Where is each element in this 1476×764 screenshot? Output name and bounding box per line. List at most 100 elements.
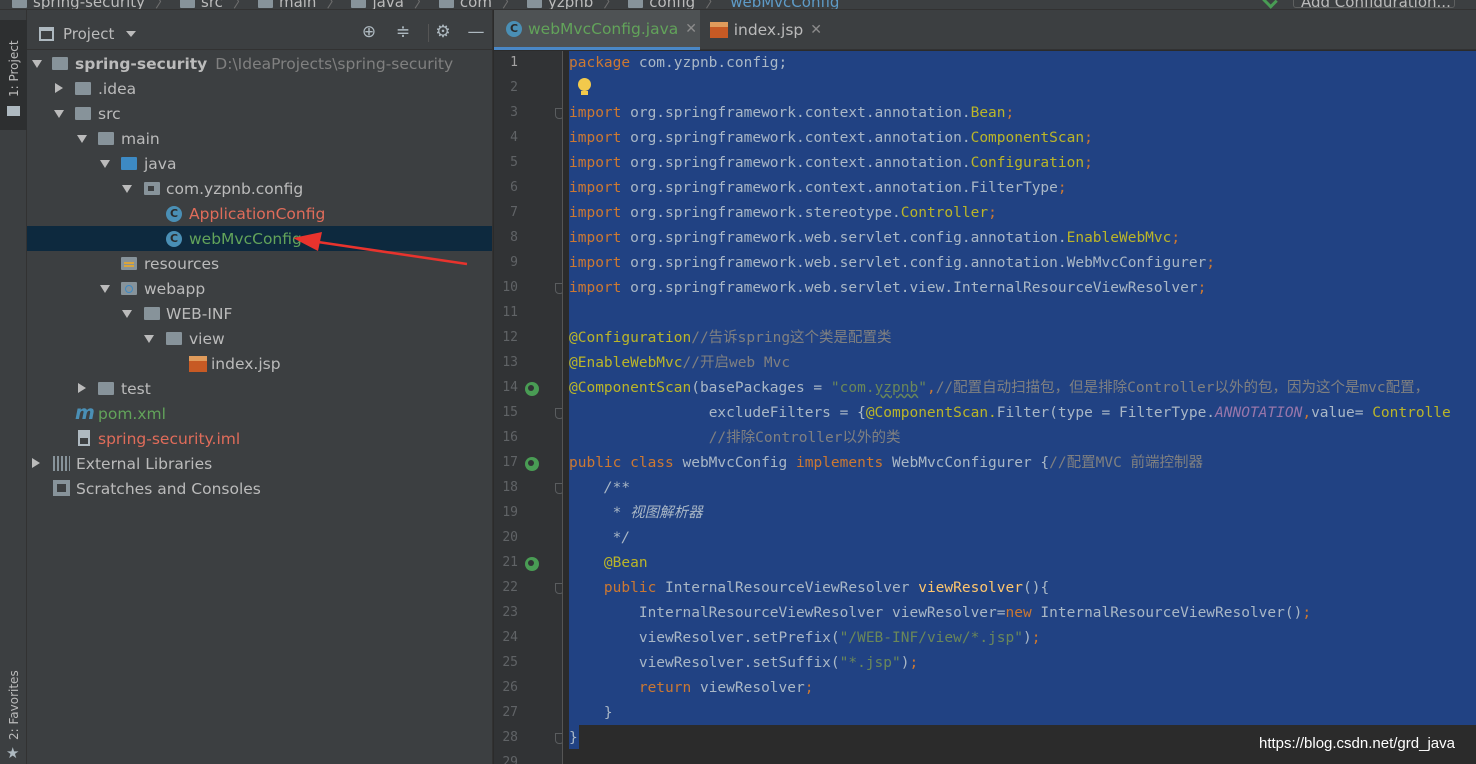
breadcrumb-separator: 〉 xyxy=(326,0,342,10)
bean-method-icon[interactable] xyxy=(525,557,539,571)
fold-marker[interactable] xyxy=(555,733,562,744)
tree-item-iml[interactable]: spring-security.iml xyxy=(27,426,492,451)
line-number: 4 xyxy=(510,130,518,145)
tab-webmvcconfig-java[interactable]: C webMvcConfig.java ✕ xyxy=(494,10,700,50)
punctuation: ; xyxy=(1084,130,1093,146)
gear-icon[interactable]: ⚙ xyxy=(434,23,452,41)
chevron-down-icon[interactable] xyxy=(122,310,132,318)
code-text: org.springframework.stereotype. xyxy=(621,205,901,221)
code-text: WebMvcConfigurer { xyxy=(883,455,1050,471)
chevron-right-icon[interactable] xyxy=(32,458,40,468)
line-number: 24 xyxy=(502,630,518,645)
code-line: import org.springframework.context.annot… xyxy=(569,101,1014,126)
tab-label: webMvcConfig.java xyxy=(528,19,679,38)
chevron-down-icon[interactable] xyxy=(100,285,110,293)
fold-marker[interactable] xyxy=(555,108,562,119)
folder-icon xyxy=(75,107,91,120)
maven-icon: m xyxy=(75,402,95,424)
code-line: @Configuration//告诉spring这个类是配置类 xyxy=(569,326,892,351)
line-number: 18 xyxy=(502,480,518,495)
breadcrumb-item[interactable]: main xyxy=(257,0,316,9)
chevron-down-icon[interactable] xyxy=(77,135,87,143)
tree-item-spring-security[interactable]: spring-security D:\IdeaProjects\spring-se… xyxy=(27,51,492,76)
keyword: import xyxy=(569,230,622,246)
module-folder-icon xyxy=(52,57,68,70)
bean-scan-icon[interactable] xyxy=(525,382,539,396)
folder-icon xyxy=(98,382,114,395)
tree-item-package[interactable]: com.yzpnb.config xyxy=(27,176,492,201)
fold-marker[interactable] xyxy=(555,283,562,294)
tree-item-external-libraries[interactable]: External Libraries xyxy=(27,451,492,476)
chevron-down-icon[interactable] xyxy=(126,31,136,37)
chevron-down-icon[interactable] xyxy=(54,110,64,118)
chevron-right-icon[interactable] xyxy=(78,383,86,393)
code-text: InternalResourceViewResolver() xyxy=(1031,605,1303,621)
class-icon: C xyxy=(166,206,182,222)
tree-item-applicationconfig[interactable]: C ApplicationConfig xyxy=(27,201,492,226)
breadcrumb-item[interactable]: config xyxy=(628,0,695,9)
code-line: import org.springframework.context.annot… xyxy=(569,126,1093,151)
code-editor[interactable]: package com.yzpnb.config; import org.spr… xyxy=(563,51,1476,764)
web-folder-icon xyxy=(121,282,137,295)
tab-label: index.jsp xyxy=(733,21,804,39)
jsp-file-icon xyxy=(710,22,728,38)
project-view-selector[interactable]: Project xyxy=(63,25,114,43)
breadcrumb-item[interactable]: java xyxy=(351,0,404,9)
annotation-class: Controlle xyxy=(1372,405,1451,421)
star-icon[interactable]: ★ xyxy=(6,744,19,762)
tree-item-web-inf[interactable]: WEB-INF xyxy=(27,301,492,326)
add-configuration-button[interactable]: Add Configuration... xyxy=(1293,0,1455,8)
code-text: Filter(type = FilterType. xyxy=(996,405,1216,421)
breadcrumb-current[interactable]: webMvcConfig xyxy=(730,0,839,9)
folder-icon xyxy=(628,0,644,8)
project-tool-button[interactable]: 1: Project xyxy=(0,20,27,130)
line-number: 26 xyxy=(502,680,518,695)
fold-marker[interactable] xyxy=(555,583,562,594)
chevron-down-icon[interactable] xyxy=(100,160,110,168)
bean-class-icon[interactable] xyxy=(525,457,539,471)
code-line: } xyxy=(569,730,578,746)
close-icon[interactable]: ✕ xyxy=(810,22,822,38)
tree-item-scratches[interactable]: Scratches and Consoles xyxy=(27,476,492,501)
close-icon[interactable]: ✕ xyxy=(685,21,697,37)
folder-icon xyxy=(98,132,114,145)
locate-icon[interactable]: ⊕ xyxy=(360,23,378,41)
chevron-right-icon[interactable] xyxy=(55,83,63,93)
fold-marker[interactable] xyxy=(555,408,562,419)
tree-item-main[interactable]: main xyxy=(27,126,492,151)
tree-item-index-jsp[interactable]: index.jsp xyxy=(27,351,492,376)
tree-item-src[interactable]: src xyxy=(27,101,492,126)
minimize-icon[interactable]: — xyxy=(467,23,485,41)
code-text: ) xyxy=(1022,630,1032,646)
favorites-tool-label[interactable]: 2: Favorites xyxy=(7,670,21,740)
tree-item-label: src xyxy=(98,104,121,123)
tree-item-webapp[interactable]: webapp xyxy=(27,276,492,301)
chevron-down-icon[interactable] xyxy=(122,185,132,193)
punctuation: ; xyxy=(1171,230,1181,246)
chevron-down-icon[interactable] xyxy=(144,335,154,343)
tree-item-test[interactable]: test xyxy=(27,376,492,401)
code-text: viewResolver.setPrefix( xyxy=(638,630,840,646)
punctuation: , xyxy=(1302,405,1312,421)
tab-index-jsp[interactable]: index.jsp ✕ xyxy=(700,10,822,50)
tree-item-java[interactable]: java xyxy=(27,151,492,176)
tree-item-webmvcconfig[interactable]: C webMvcConfig xyxy=(27,226,492,251)
lightbulb-icon[interactable] xyxy=(578,78,592,96)
line-number: 3 xyxy=(510,105,518,120)
tree-item-pom-xml[interactable]: m pom.xml xyxy=(27,401,492,426)
collapse-all-icon[interactable]: ≑ xyxy=(394,23,412,41)
class-icon: C xyxy=(506,20,522,37)
breadcrumb-item[interactable]: src xyxy=(180,0,223,9)
tree-item-view[interactable]: view xyxy=(27,326,492,351)
tree-item-resources[interactable]: resources xyxy=(27,251,492,276)
breadcrumb-item[interactable]: yzpnb xyxy=(526,0,593,9)
breadcrumb-item[interactable]: spring-security xyxy=(12,0,145,9)
tree-item-idea[interactable]: .idea xyxy=(27,76,492,101)
build-icon[interactable] xyxy=(1262,0,1278,9)
chevron-down-icon[interactable] xyxy=(32,60,42,68)
breadcrumb-item[interactable]: com xyxy=(438,0,492,9)
code-text: org.springframework.context.annotation. xyxy=(621,130,971,146)
fold-marker[interactable] xyxy=(555,483,562,494)
